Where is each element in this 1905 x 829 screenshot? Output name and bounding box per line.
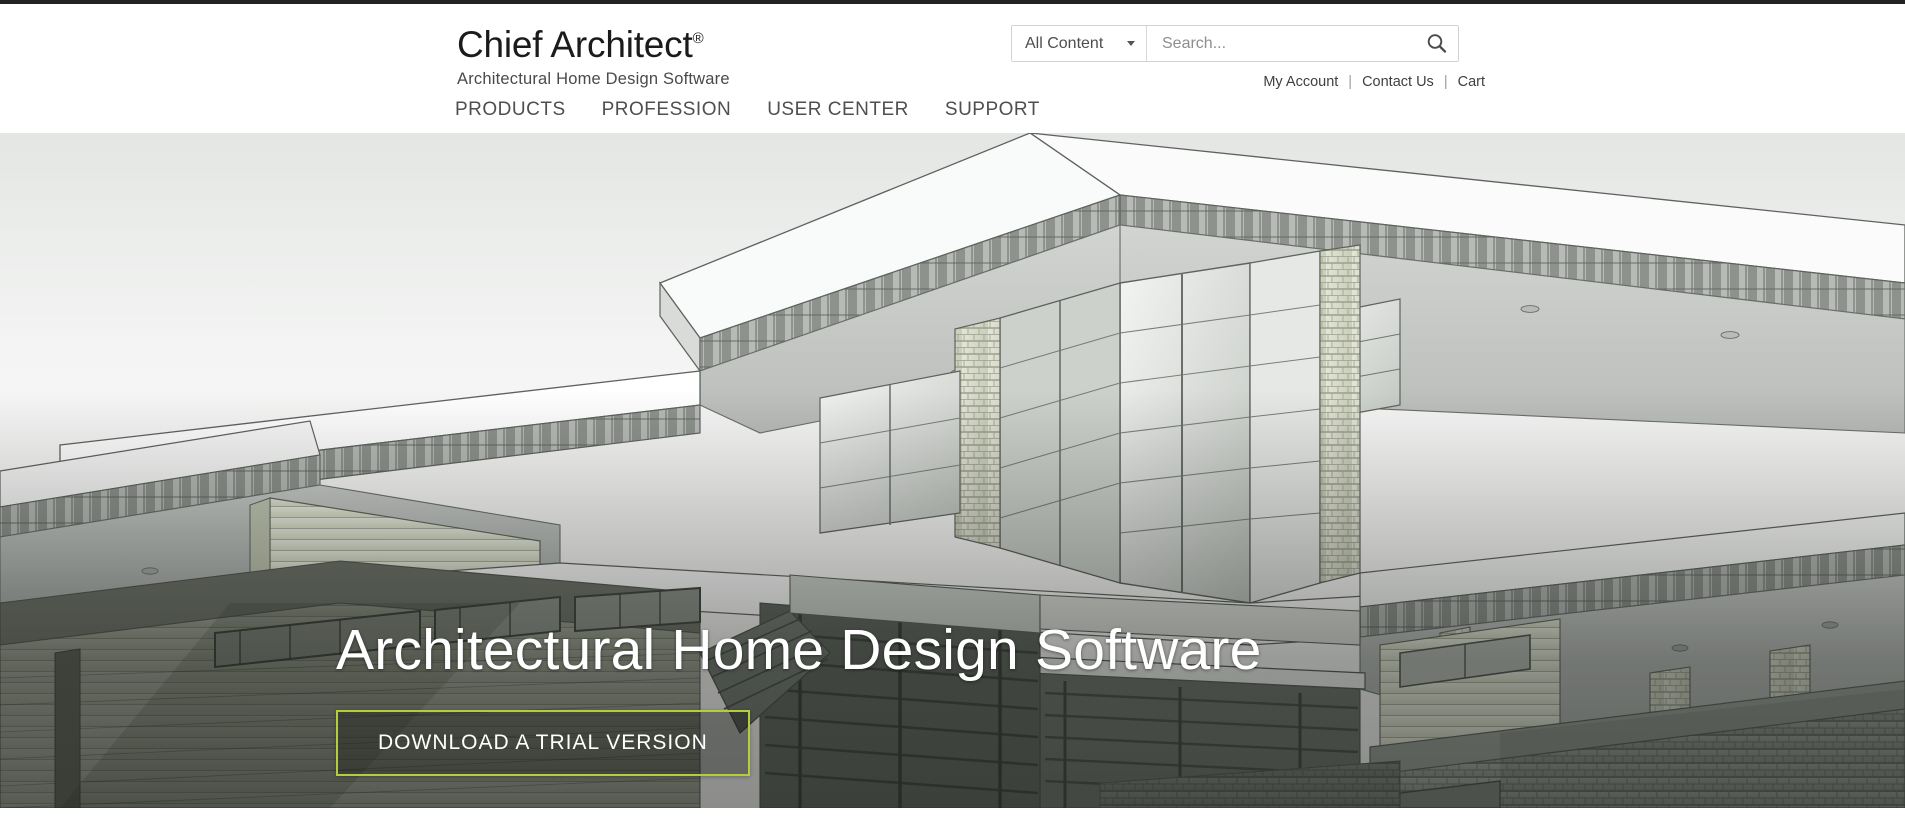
page-root: Chief Architect® Architectural Home Desi… bbox=[0, 0, 1905, 829]
nav-item-products[interactable]: PRODUCTS bbox=[455, 99, 566, 121]
contact-us-link[interactable]: Contact Us bbox=[1362, 74, 1434, 90]
chevron-down-icon bbox=[1127, 41, 1135, 46]
hero-content: Architectural Home Design Software DOWNL… bbox=[336, 618, 1436, 776]
logo-wordmark: Chief Architect® bbox=[457, 18, 787, 66]
registered-trademark-icon: ® bbox=[692, 30, 704, 47]
utility-separator-2: | bbox=[1443, 74, 1448, 90]
cart-link[interactable]: Cart bbox=[1458, 74, 1485, 90]
site-logo[interactable]: Chief Architect® Architectural Home Desi… bbox=[457, 18, 787, 90]
search-input[interactable] bbox=[1160, 33, 1415, 54]
site-header: Chief Architect® Architectural Home Desi… bbox=[0, 4, 1905, 137]
main-navigation: PRODUCTS PROFESSION USER CENTER SUPPORT bbox=[455, 99, 1040, 121]
nav-item-user-center[interactable]: USER CENTER bbox=[767, 99, 909, 121]
search-icon bbox=[1427, 34, 1447, 53]
nav-item-support[interactable]: SUPPORT bbox=[945, 99, 1040, 121]
hero-title: Architectural Home Design Software bbox=[336, 618, 1262, 682]
hero-banner: Architectural Home Design Software DOWNL… bbox=[0, 133, 1905, 808]
logo-brand-name: Chief Architect bbox=[457, 24, 693, 65]
search-input-wrap bbox=[1147, 26, 1415, 61]
utility-links: My Account | Contact Us | Cart bbox=[1263, 74, 1485, 90]
search-scope-label: All Content bbox=[1025, 34, 1104, 52]
search-button[interactable] bbox=[1415, 26, 1458, 61]
utility-separator-1: | bbox=[1348, 74, 1353, 90]
search-group: All Content bbox=[1011, 25, 1459, 62]
nav-item-profession[interactable]: PROFESSION bbox=[602, 99, 732, 121]
logo-tagline: Architectural Home Design Software bbox=[457, 70, 730, 88]
my-account-link[interactable]: My Account bbox=[1263, 74, 1338, 90]
download-trial-button[interactable]: DOWNLOAD A TRIAL VERSION bbox=[336, 710, 750, 776]
search-scope-select[interactable]: All Content bbox=[1012, 26, 1147, 61]
hero-bottom-spacer bbox=[0, 808, 1905, 829]
